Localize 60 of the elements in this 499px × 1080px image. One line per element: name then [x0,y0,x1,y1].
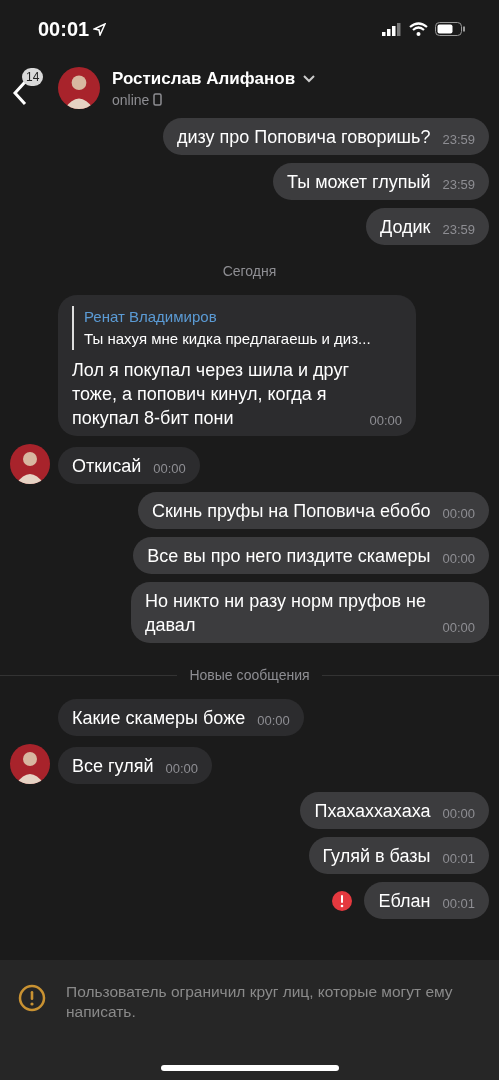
message-bubble[interactable]: Скинь пруфы на Поповича ебобо 00:00 [138,492,489,529]
signal-icon [382,22,402,36]
quote-author: Ренат Владимиров [84,307,218,327]
battery-icon [435,22,465,36]
message-text: дизу про Поповича говоришь? [176,126,431,149]
message-time: 00:00 [442,805,475,822]
location-icon [93,22,107,36]
message-text: Откисай [72,455,142,478]
warning-icon [18,984,46,1012]
online-status: online [112,91,150,108]
message-time: 23:59 [442,131,475,148]
message-text: Ты может глупый [287,171,431,194]
message-bubble[interactable]: Додик 23:59 [366,208,489,245]
message-time: 00:00 [442,505,475,522]
message-bubble[interactable]: Еблан 00:01 [364,882,489,919]
avatar [58,67,100,109]
message-text: Все гуляй [72,755,154,778]
restriction-notice: Пользователь ограничил круг лиц, которые могут ему написать. [66,982,454,1022]
phone-icon [153,93,163,106]
contact-name[interactable]: Ростислав Алифанов [112,68,296,89]
message-time: 00:00 [442,619,475,636]
quote-text: Ты нахуя мне кидка предлагаешь и диз... [84,329,372,349]
new-messages-label: Новые сообщения [189,667,310,683]
back-icon [12,80,28,106]
message-bubble[interactable]: Откисай 00:00 [58,447,200,484]
message-time: 00:00 [369,412,402,429]
message-bubble[interactable]: Но никто ни разу норм пруфов не давал 00:00 [131,582,489,643]
message-text: Но никто ни разу норм пруфов не давал [145,590,428,637]
clock: 00:01 [38,17,90,41]
reply-quote[interactable]: Ренат Владимиров Ты нахуя мне кидка предлагаешь и диз... [72,306,402,350]
error-icon[interactable] [332,890,353,911]
message-time: 23:59 [442,221,475,238]
chevron-icon[interactable] [303,74,316,83]
wifi-icon [409,22,428,36]
message-bubble[interactable]: дизу про Поповича говоришь? 23:59 [162,118,489,155]
message-text: Еблан [378,890,431,913]
message-text: Скинь пруфы на Поповича ебобо [152,500,431,523]
message-bubble[interactable]: Какие скамеры боже 00:00 [58,699,304,736]
message-time: 00:00 [442,550,475,567]
message-bubble[interactable]: Ренат Владимиров Ты нахуя мне кидка предлагаешь и диз... Лол я покупал через шила и друг тоже, а попович кинул, когда я покупал 8-бит пони 00:00 [58,295,416,436]
message-time: 00:00 [153,460,186,477]
back-button[interactable]: 14 [12,68,46,108]
message-time: 00:01 [442,850,475,867]
date-separator: Сегодня [221,263,278,279]
message-time: 23:59 [442,176,475,193]
message-text: Лол я покупал через шила и друг тоже, а попович кинул, когда я покупал 8-бит пони [72,359,350,430]
message-bubble[interactable]: Пхахаххахаха 00:00 [300,792,489,829]
message-bubble[interactable]: Все вы про него пиздите скамеры 00:00 [133,537,489,574]
message-time: 00:01 [442,895,475,912]
unread-badge: 14 [22,68,44,86]
message-text: Додик [380,216,431,239]
message-text: Все вы про него пиздите скамеры [147,545,431,568]
message-bubble[interactable]: Все гуляй 00:00 [58,747,213,784]
message-bubble[interactable]: Ты может глупый 23:59 [273,163,489,200]
message-time: 00:00 [257,712,290,729]
message-text: Пхахаххахаха [314,800,431,823]
message-time: 00:00 [165,760,199,777]
message-text: Гуляй в базы [322,845,431,868]
message-text: Какие скамеры боже [72,707,246,730]
message-bubble[interactable]: Гуляй в базы 00:01 [308,837,489,874]
